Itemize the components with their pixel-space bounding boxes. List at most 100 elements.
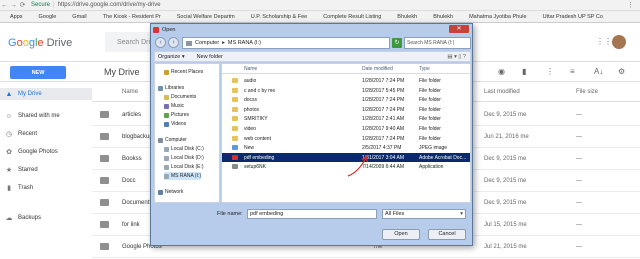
sidebar-item[interactable]: ▮ Trash: [0, 182, 92, 194]
sidebar-item[interactable]: ◷ Recent: [0, 128, 92, 140]
sidebar-item[interactable]: ☺ Shared with me: [0, 110, 92, 122]
tree-item[interactable]: Music: [164, 102, 184, 110]
dialog-back-icon[interactable]: ‹: [155, 37, 166, 48]
sidebar-item[interactable]: ✿ Google Photos: [0, 146, 92, 158]
crumb-drive[interactable]: MS RANA (I:): [228, 40, 261, 46]
bookmark-item[interactable]: Bhulekh: [389, 14, 417, 20]
file-name: c and c by me: [244, 87, 276, 94]
file-name: docss: [244, 97, 258, 104]
reload-icon[interactable]: ⟳: [18, 1, 27, 9]
drive-icon: ▲: [5, 90, 13, 98]
file-type: File folder: [419, 97, 441, 104]
browser-address-bar: ← → ⟳ Secure | https://drive.google.com/…: [0, 0, 640, 11]
dialog-search-input[interactable]: Search MS RANA (I:): [404, 37, 471, 49]
forward-icon[interactable]: →: [9, 2, 18, 9]
sort-icon[interactable]: A↓: [594, 67, 603, 76]
tree-item[interactable]: Network: [158, 188, 183, 196]
url-text[interactable]: https://drive.google.com/drive/my-drive: [58, 2, 161, 8]
fcol-name[interactable]: Name: [244, 66, 257, 72]
bookmark-label: Social Welfare Departm: [176, 13, 235, 20]
settings-icon[interactable]: ⚙: [618, 67, 625, 76]
file-row[interactable]: web content 1/28/2017 7:24 PM File folde…: [222, 134, 470, 143]
filetype-select[interactable]: All Files ▾: [382, 209, 466, 219]
file-row[interactable]: photos 1/28/2017 7:24 PM File folder: [222, 105, 470, 114]
bookmark-favicon-icon: [425, 14, 431, 20]
cancel-button[interactable]: Cancel: [428, 229, 466, 240]
dialog-breadcrumb[interactable]: Computer ▸ MS RANA (I:): [182, 37, 390, 49]
page-title[interactable]: My Drive: [104, 67, 140, 77]
bookmark-item[interactable]: Gmail: [64, 14, 86, 20]
browser-menu-icon[interactable]: ⋮: [627, 1, 634, 9]
new-folder-button[interactable]: New folder: [197, 54, 223, 60]
sidebar-item[interactable]: ★ Starred: [0, 164, 92, 176]
trash-toolbar-icon[interactable]: ▮: [522, 67, 526, 76]
new-button[interactable]: NEW: [10, 66, 66, 79]
file-type-icon: [232, 145, 238, 151]
tree-item[interactable]: MS RANA (I:): [164, 172, 202, 180]
chrome-icon: [153, 26, 159, 33]
filename-label: File name:: [217, 211, 243, 217]
file-row[interactable]: SMRITIKY 1/28/2017 2:41 AM File folder: [222, 114, 470, 123]
sidebar-item[interactable]: ▲ My Drive: [0, 88, 92, 100]
file-type-icon: [232, 87, 238, 93]
fcol-date[interactable]: Date modified: [362, 66, 393, 72]
filename-input[interactable]: pdf embeding: [247, 209, 377, 219]
tree-item[interactable]: Pictures: [164, 111, 189, 119]
sidebar-item[interactable]: ☁ Backups: [0, 212, 92, 224]
back-icon[interactable]: ←: [0, 2, 9, 9]
chevron-down-icon: ▾: [460, 211, 463, 217]
bookmark-label: U.P. Scholarship & Fee: [250, 13, 308, 20]
organize-button[interactable]: Organize ▾: [158, 54, 185, 60]
tree-node-icon: [164, 146, 169, 152]
bookmark-label: The Kiosk - Resident Pr: [102, 13, 161, 20]
avatar[interactable]: [612, 35, 626, 49]
file-name: web content: [244, 135, 271, 142]
tree-item[interactable]: Computer: [158, 136, 187, 144]
tree-item[interactable]: Recent Places: [164, 68, 203, 76]
crumb-computer[interactable]: Computer: [195, 40, 219, 46]
drive-logo[interactable]: Google Drive: [8, 37, 72, 49]
bookmark-item[interactable]: Uttar Pradesh UP SP Co: [535, 14, 603, 20]
file-row[interactable]: docss 1/28/2017 7:24 PM File folder: [222, 95, 470, 104]
bookmark-item[interactable]: Apps: [2, 14, 23, 20]
list-view-icon[interactable]: ≡: [570, 67, 575, 76]
tree-item-label: Documents: [171, 94, 197, 100]
bookmark-item[interactable]: Google: [31, 14, 57, 20]
dialog-forward-icon[interactable]: ›: [168, 37, 179, 48]
file-row[interactable]: video 1/28/2017 9:40 AM File folder: [222, 124, 470, 133]
tree-item[interactable]: Local Disk (C:): [164, 145, 204, 153]
bookmark-item[interactable]: Complete Result Listing: [315, 14, 381, 20]
fcol-type[interactable]: Type: [419, 66, 430, 72]
tree-item[interactable]: Libraries: [158, 84, 184, 92]
bookmark-item[interactable]: U.P. Scholarship & Fee: [243, 14, 307, 20]
apps-grid-icon[interactable]: ⋮⋮: [596, 37, 612, 47]
tree-item[interactable]: Videos: [164, 120, 186, 128]
col-name[interactable]: Name: [122, 89, 138, 95]
trash-icon: ▮: [7, 185, 11, 192]
more-icon[interactable]: ⋮: [546, 67, 554, 76]
bookmarks-bar: Apps Google Gmail The Kiosk - Resident Pr So…: [0, 11, 640, 23]
refresh-icon[interactable]: ↻: [392, 38, 402, 48]
bookmark-item[interactable]: Bhulekh: [425, 14, 453, 20]
row-name: blogbackup: [122, 134, 153, 140]
file-row[interactable]: c and c by me 1/28/2017 5:45 PM File fol…: [222, 86, 470, 95]
tree-item[interactable]: Local Disk (E:): [164, 163, 204, 171]
col-size[interactable]: File size: [576, 89, 598, 95]
tree-node-icon: [164, 112, 169, 118]
row-modified: Dec 9, 2015 me: [484, 200, 526, 206]
col-modified[interactable]: Last modified: [484, 89, 520, 95]
row-modified-by: me: [518, 222, 527, 228]
file-date: 1/28/2017 9:40 AM: [362, 126, 404, 132]
bookmark-item[interactable]: Mahatma Jyotiba Phule: [461, 14, 526, 20]
tree-item[interactable]: Local Disk (D:): [164, 154, 204, 162]
dialog-close-button[interactable]: ✕: [449, 25, 469, 33]
row-size: —: [576, 244, 582, 250]
eye-icon[interactable]: ◉: [498, 67, 505, 76]
file-row[interactable]: audio 1/28/2017 7:24 PM File folder: [222, 76, 470, 85]
tree-item[interactable]: Documents: [164, 93, 196, 101]
views-icon[interactable]: ▤ ▾ ▯ ?: [447, 54, 466, 60]
bookmark-item[interactable]: The Kiosk - Resident Pr: [95, 14, 161, 20]
bookmark-item[interactable]: Social Welfare Departm: [169, 14, 235, 20]
open-button[interactable]: Open: [382, 229, 420, 240]
file-date: 1/28/2017 7:24 PM: [362, 135, 405, 142]
